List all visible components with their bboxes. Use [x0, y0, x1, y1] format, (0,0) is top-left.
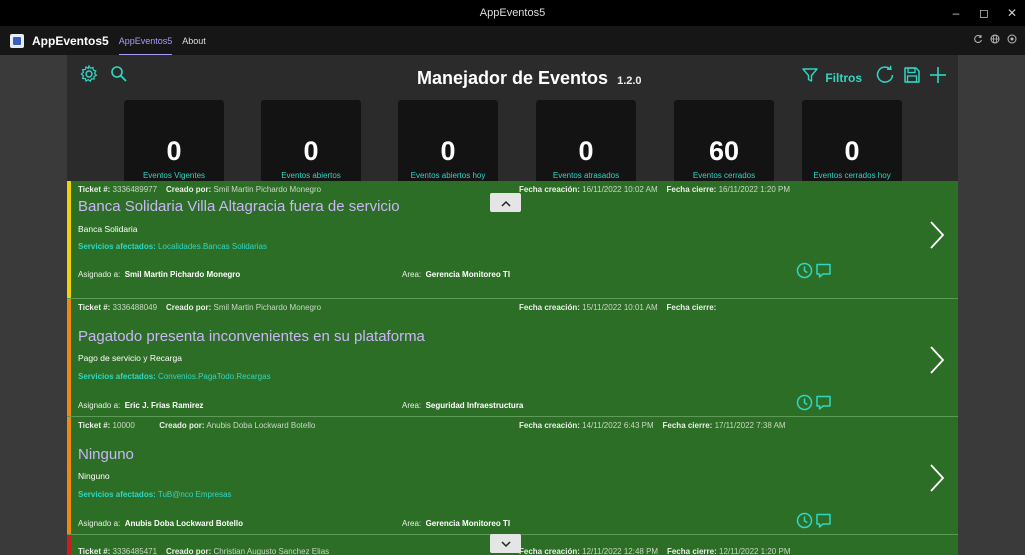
assigned-to: Asignado a: Smil Martin Pichardo Monegro [78, 270, 241, 279]
stat-tile-vigentes: 0 Eventos Vigentes [124, 100, 224, 188]
right-gutter [958, 55, 1025, 555]
filter-button[interactable]: Filtros [825, 71, 862, 85]
header-right-actions: Filtros [801, 64, 948, 91]
clock-icon[interactable] [796, 394, 813, 416]
main-panel: Manejador de Eventos 1.2.0 Filtros 0 Eve… [67, 55, 958, 555]
maximize-icon[interactable]: ◻ [977, 6, 991, 20]
filter-icon[interactable] [801, 66, 819, 89]
reload-icon[interactable] [874, 64, 896, 91]
clock-icon[interactable] [796, 512, 813, 534]
event-area: Area: Gerencia Monitoreo TI [402, 519, 511, 528]
event-card[interactable]: Ticket #: 3336488049 Creado por: Smil Ma… [67, 299, 958, 417]
save-icon[interactable] [902, 65, 922, 90]
stat-value: 0 [844, 136, 860, 166]
event-category: Banca Solidaria [78, 224, 138, 234]
tab-about[interactable]: About [182, 34, 206, 48]
priority-stripe [67, 299, 71, 416]
comment-icon[interactable] [815, 512, 832, 534]
priority-stripe [67, 417, 71, 534]
close-icon[interactable]: ✕ [1005, 6, 1019, 20]
app-toolbar: AppEventos5 AppEventos5 About [0, 26, 1025, 56]
stat-label: Eventos Vigentes [142, 171, 206, 180]
stat-tile-cerrados: 60 Eventos cerrados [674, 100, 774, 188]
card-actions [796, 262, 832, 284]
event-category: Ninguno [78, 471, 110, 481]
page-title: Manejador de Eventos 1.2.0 [417, 68, 642, 89]
priority-stripe [67, 181, 71, 298]
chevron-up-icon [500, 194, 511, 212]
settings-gear-icon[interactable] [79, 64, 99, 89]
globe-icon[interactable] [990, 34, 1000, 47]
minimize-icon[interactable]: – [949, 6, 963, 20]
ticket-meta: Ticket #: 3336489977 Creado por: Smil Ma… [78, 185, 322, 194]
event-title: Banca Solidaria Villa Altagracia fuera d… [78, 198, 400, 215]
event-category: Pago de servicio y Recarga [78, 353, 182, 363]
dates-meta: Fecha creación: 16/11/2022 10:02 AM Fech… [519, 185, 791, 194]
chevron-right-icon[interactable] [929, 463, 945, 498]
chevron-right-icon[interactable] [929, 345, 945, 380]
card-actions [796, 394, 832, 416]
stat-tile-atrasados: 0 Eventos atrasados [536, 100, 636, 188]
stat-value: 0 [440, 136, 456, 166]
stat-value: 0 [166, 136, 182, 166]
header-left-actions [79, 64, 129, 89]
stat-label: Eventos cerrados hoy [813, 171, 891, 180]
assigned-to: Asignado a: Eric J. Frias Ramirez [78, 401, 204, 410]
stat-value: 0 [303, 136, 319, 166]
dates-meta: Fecha creación: 15/11/2022 10:01 AM Fech… [519, 303, 717, 312]
search-icon[interactable] [109, 64, 129, 89]
stat-label: Eventos cerrados [692, 171, 756, 180]
stat-tile-abiertos: 0 Eventos abiertos [261, 100, 361, 188]
page-header: Manejador de Eventos 1.2.0 Filtros [67, 55, 958, 97]
card-actions [796, 512, 832, 534]
chevron-down-icon [500, 535, 511, 553]
scroll-up-button[interactable] [490, 193, 521, 212]
event-area: Area: Gerencia Monitoreo TI [402, 270, 511, 279]
dates-meta: Fecha creación: 12/11/2022 12:48 PM Fech… [519, 547, 791, 555]
appbar-right-icons [973, 26, 1017, 55]
stat-tile-abiertos-hoy: 0 Eventos abiertos hoy [398, 100, 498, 188]
ticket-meta: Ticket #: 3336485471 Creado por: Christi… [78, 547, 330, 555]
window-title: AppEventos5 [479, 7, 546, 19]
stat-label: Eventos abiertos [281, 171, 341, 180]
stat-label: Eventos abiertos hoy [410, 171, 486, 180]
event-card[interactable]: Ticket #: 10000 Creado por: Anubis Doba … [67, 417, 958, 535]
event-title: Ninguno [78, 446, 134, 463]
assigned-to: Asignado a: Anubis Doba Lockward Botello [78, 519, 243, 528]
ticket-meta: Ticket #: 10000 Creado por: Anubis Doba … [78, 421, 316, 430]
comment-icon[interactable] [815, 394, 832, 416]
affected-services: Servicios afectados: Localidades.Bancas … [78, 242, 268, 251]
add-icon[interactable] [928, 65, 948, 90]
dates-meta: Fecha creación: 14/11/2022 6:43 PM Fecha… [519, 421, 786, 430]
stat-value: 60 [708, 136, 740, 166]
app-name: AppEventos5 [32, 33, 109, 48]
window-titlebar: AppEventos5 – ◻ ✕ [0, 0, 1025, 26]
affected-services: Servicios afectados: Convenios.PagaTodo.… [78, 372, 271, 381]
event-area: Area: Seguridad Infraestructura [402, 401, 524, 410]
tab-appeventos5[interactable]: AppEventos5 [118, 34, 172, 56]
event-title: Pagatodo presenta inconvenientes en su p… [78, 328, 425, 345]
page-title-text: Manejador de Eventos [417, 68, 609, 88]
comment-icon[interactable] [815, 262, 832, 284]
target-icon[interactable] [1007, 34, 1017, 47]
window-controls: – ◻ ✕ [949, 0, 1019, 26]
app-version: 1.2.0 [617, 75, 642, 87]
affected-services: Servicios afectados: TuB@nco Empresas [78, 490, 232, 499]
refresh-icon[interactable] [973, 34, 983, 47]
scroll-down-button[interactable] [490, 534, 521, 553]
chevron-right-icon[interactable] [929, 220, 945, 255]
left-gutter [0, 55, 67, 555]
stat-tile-cerrados-hoy: 0 Eventos cerrados hoy [802, 100, 902, 188]
app-logo-icon [10, 33, 24, 48]
priority-stripe [67, 535, 71, 555]
clock-icon[interactable] [796, 262, 813, 284]
stat-value: 0 [578, 136, 594, 166]
ticket-meta: Ticket #: 3336488049 Creado por: Smil Ma… [78, 303, 322, 312]
stat-label: Eventos atrasados [552, 171, 620, 180]
